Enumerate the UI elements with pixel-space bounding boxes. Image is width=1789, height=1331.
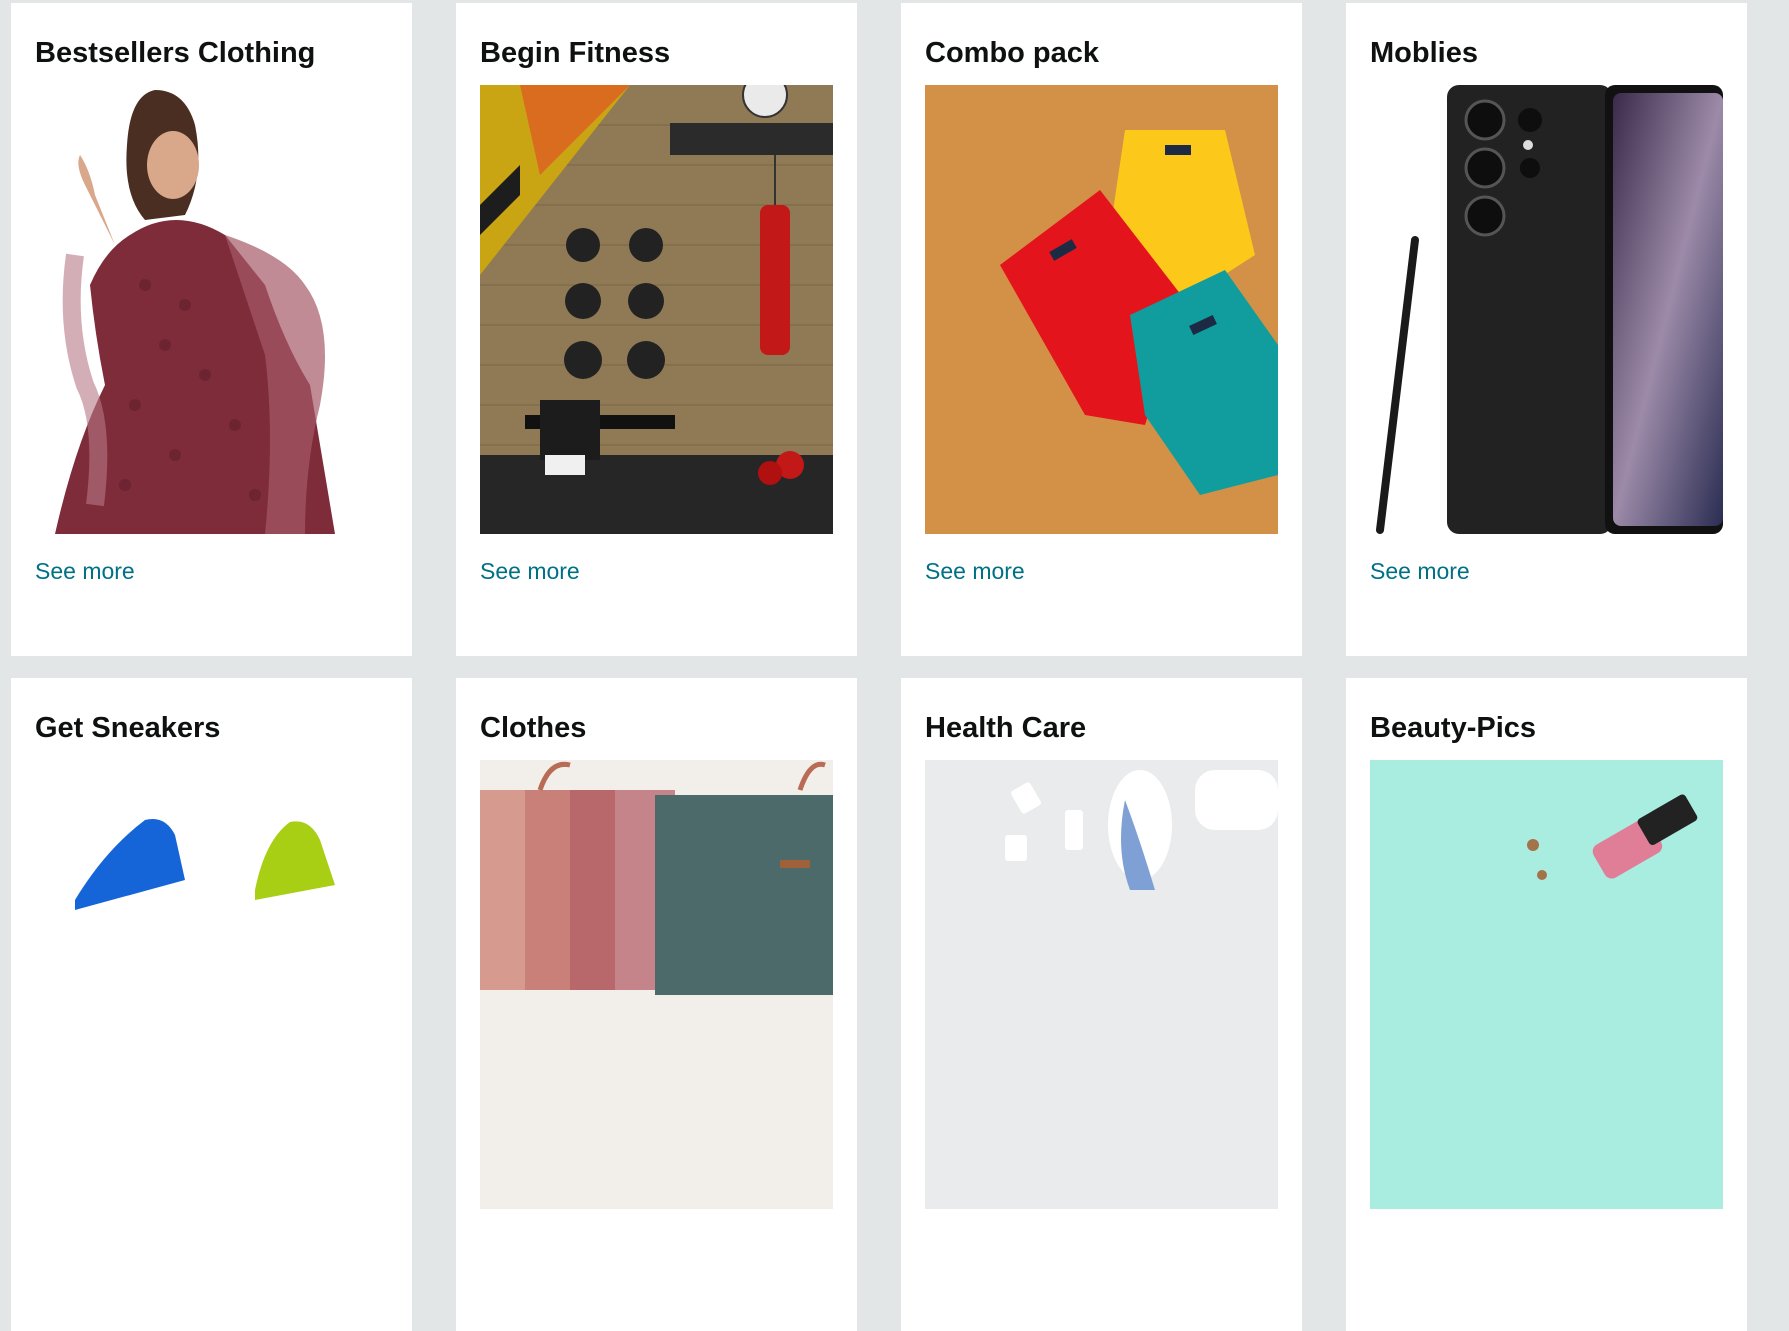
card-get-sneakers: Get Sneakers [11,678,412,1331]
tshirts-combo-image[interactable] [925,85,1278,534]
smartphone-image[interactable] [1370,85,1723,534]
health-care-image[interactable] [925,760,1278,1209]
folded-clothes-image[interactable] [480,760,833,1209]
see-more-link[interactable]: See more [925,556,1025,586]
card-title: Beauty-Pics [1370,712,1537,744]
card-title: Clothes [480,712,587,744]
home-gym-image[interactable] [480,85,833,534]
beauty-products-image[interactable] [1370,760,1723,1209]
see-more-link[interactable]: See more [480,556,580,586]
see-more-link[interactable]: See more [1370,556,1470,586]
card-title: Health Care [925,712,1087,744]
card-title: Moblies [1370,37,1478,69]
card-bestsellers-clothing: Bestsellers Clothing See more [11,3,412,656]
card-begin-fitness: Begin Fitness See more [456,3,857,656]
card-title: Bestsellers Clothing [35,37,316,69]
card-title: Get Sneakers [35,712,221,744]
card-combo-pack: Combo pack See more [901,3,1302,656]
card-grid: Bestsellers Clothing See more Begin Fitn… [11,3,1748,1331]
woman-dress-image[interactable] [35,85,388,534]
card-title: Combo pack [925,37,1100,69]
card-clothes: Clothes [456,678,857,1331]
sneakers-image[interactable] [35,760,388,1209]
card-beauty-pics: Beauty-Pics [1346,678,1747,1331]
card-health-care: Health Care [901,678,1302,1331]
see-more-link[interactable]: See more [35,556,135,586]
card-moblies: Moblies See more [1346,3,1747,656]
card-title: Begin Fitness [480,37,671,69]
